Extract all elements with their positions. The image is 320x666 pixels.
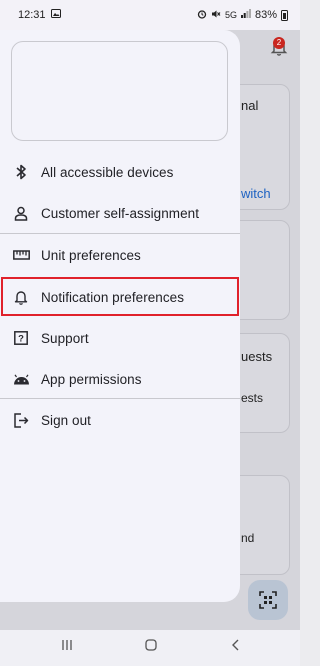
sign-out-icon — [12, 411, 30, 429]
menu-item-customer-self-assignment[interactable]: Customer self-assignment — [0, 193, 240, 233]
menu-label: Sign out — [41, 412, 91, 428]
mute-icon — [211, 9, 221, 22]
network-type-label: 5G — [224, 9, 237, 20]
card1-link[interactable]: witch — [241, 186, 271, 201]
menu-label: All accessible devices — [41, 164, 174, 180]
menu-item-sign-out[interactable]: Sign out — [0, 400, 240, 440]
menu-label: Customer self-assignment — [41, 205, 200, 221]
menu-divider — [0, 398, 240, 399]
card3-text-1: uests — [241, 349, 273, 364]
qr-scan-icon — [259, 591, 277, 609]
android-icon — [12, 370, 30, 388]
status-left: 12:31 — [18, 9, 61, 21]
card3-text-2: ests — [241, 391, 264, 405]
recent-apps-icon — [62, 640, 72, 650]
back-icon — [232, 639, 239, 651]
battery-percent: 83% — [254, 9, 277, 21]
card1-text: nal — [241, 98, 259, 113]
qr-scan-button[interactable] — [248, 580, 288, 620]
menu-item-unit-preferences[interactable]: Unit preferences — [0, 235, 240, 275]
home-icon — [145, 639, 157, 651]
system-navigation-bar — [0, 630, 300, 666]
home-button[interactable] — [144, 638, 158, 657]
card4-text: nd — [241, 531, 255, 545]
status-time: 12:31 — [18, 9, 46, 21]
alarm-icon — [197, 9, 207, 22]
menu-item-app-permissions[interactable]: App permissions — [0, 359, 240, 399]
menu-label: App permissions — [41, 371, 142, 387]
menu-label: Unit preferences — [41, 247, 141, 263]
status-bar: 12:31 5G 83% — [0, 0, 300, 30]
help-icon: ? — [12, 329, 30, 347]
navigation-drawer: All accessible devices Customer self-ass… — [0, 30, 240, 602]
svg-text:?: ? — [18, 334, 24, 345]
drawer-header-card — [11, 41, 228, 141]
bluetooth-icon — [12, 163, 30, 181]
person-icon — [12, 204, 30, 222]
notification-badge: 2 — [273, 37, 285, 49]
notifications-button[interactable]: 2 — [270, 37, 288, 57]
battery-icon — [281, 9, 288, 21]
ruler-icon — [12, 246, 30, 264]
status-right: 5G 83% — [197, 9, 288, 22]
back-button[interactable] — [229, 638, 243, 657]
gallery-notification-icon — [50, 9, 61, 21]
signal-icon — [240, 9, 251, 21]
menu-label: Support — [41, 330, 89, 346]
menu-item-support[interactable]: ? Support — [0, 318, 240, 358]
recent-apps-button[interactable] — [60, 638, 74, 657]
highlight-box — [1, 277, 239, 316]
menu-item-all-accessible-devices[interactable]: All accessible devices — [0, 152, 240, 192]
menu-divider — [0, 233, 240, 234]
